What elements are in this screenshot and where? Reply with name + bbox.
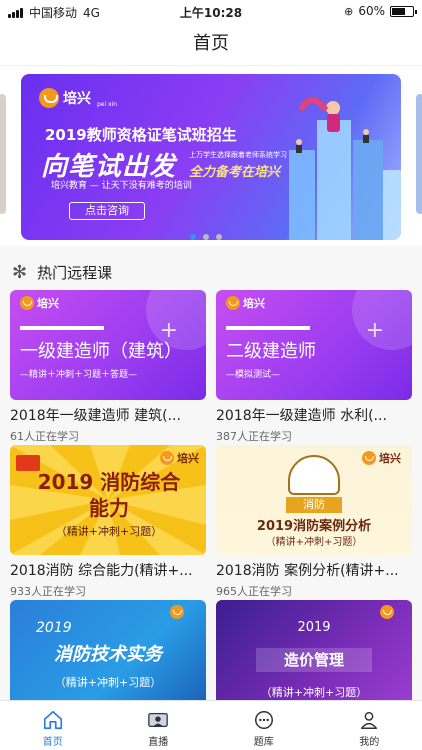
tab-bar: 首页 直播 题库 我的 — [0, 700, 422, 750]
carousel-indicator[interactable] — [190, 234, 222, 240]
banner-logo: 培兴 pei xin — [39, 88, 117, 108]
battery-icon — [390, 5, 417, 17]
course-title[interactable]: 2018消防 案例分析(精讲+... — [216, 560, 412, 580]
course-thumbnail[interactable]: 培兴 + 二级建造师 —模拟测试— — [216, 290, 412, 400]
course-card[interactable]: 2019 造价管理 （精讲+冲刺+习题） — [216, 600, 412, 710]
course-card[interactable]: 培兴 + 二级建造师 —模拟测试— 2018年一级建造师 水利(... 387人… — [216, 290, 412, 444]
thumb-sub-text: —精讲＋冲刺＋习题＋答题— — [20, 370, 138, 380]
live-icon — [148, 712, 169, 728]
thumb-note-text: （精讲+冲刺+习题） — [265, 537, 363, 548]
home-icon — [43, 710, 62, 730]
logo-icon — [362, 451, 376, 465]
thumb-sub-text: （精讲+冲刺+习题） — [55, 525, 163, 538]
tab-label: 首页 — [42, 737, 63, 748]
logo-icon — [226, 296, 240, 310]
city-illustration — [289, 97, 401, 240]
thumb-brand-label: 培兴 — [37, 297, 59, 310]
course-card[interactable]: 培兴 + 一级建造师（建筑） —精讲＋冲刺＋习题＋答题— 2018年一级建造师 … — [10, 290, 206, 444]
thumb-brand: 培兴 — [160, 450, 199, 466]
thumb-brand: 培兴 — [20, 295, 59, 311]
course-thumbnail[interactable]: 培兴 2019 消防综合能力 （精讲+冲刺+习题） — [10, 445, 206, 555]
course-thumbnail[interactable]: 2019 消防技术实务 （精讲+冲刺+习题） — [10, 600, 206, 710]
nav-bar: 首页 — [0, 22, 422, 66]
course-thumbnail[interactable]: 2019 造价管理 （精讲+冲刺+习题） — [216, 600, 412, 710]
thumb-brand-label: 培兴 — [177, 452, 199, 465]
thumb-brand: 培兴 — [362, 450, 401, 466]
prev-banner-peek[interactable] — [0, 94, 6, 214]
logo-icon — [380, 605, 394, 619]
thumb-main-text: 2019 — [297, 620, 331, 635]
asterisk-icon: ✻ — [12, 262, 28, 283]
logo-icon — [20, 296, 34, 310]
status-bar: 中国移动 4G 上午10:28 ⊕ 60% — [0, 0, 422, 22]
tab-question-bank[interactable]: 题库 — [211, 701, 317, 750]
carousel-dot[interactable] — [190, 234, 196, 240]
thumb-brand-label: 培兴 — [379, 452, 401, 465]
banner-slide[interactable]: 培兴 pei xin 2019教师资格证笔试班招生 向笔试出发 上万学生选择跟着… — [21, 74, 401, 240]
thumb-note-text: （精讲+冲刺+习题） — [260, 686, 368, 699]
course-card[interactable]: 培兴 消防 2019消防案例分析 （精讲+冲刺+习题） 2018消防 案例分析(… — [216, 445, 412, 599]
thumb-note-text: （精讲+冲刺+习题） — [54, 676, 162, 689]
thumb-brand — [170, 605, 184, 619]
course-title[interactable]: 2018消防 综合能力(精讲+... — [10, 560, 206, 580]
banner-carousel[interactable]: 培兴 pei xin 2019教师资格证笔试班招生 向笔试出发 上万学生选择跟着… — [0, 66, 422, 246]
thumb-main-text: 二级建造师 — [226, 341, 316, 362]
thumb-sub-text: —模拟测试— — [226, 370, 281, 380]
profile-icon — [361, 711, 378, 729]
tab-label: 我的 — [359, 737, 380, 748]
thumb-sub-text: 造价管理 — [256, 648, 372, 672]
banner-sub-slogan: 全力备考在培兴 — [189, 165, 281, 180]
thumb-main-text: 2019 消防综合能力 — [37, 470, 181, 520]
thumb-sub-text: 2019消防案例分析 — [256, 519, 372, 534]
learner-count: 965人正在学习 — [216, 585, 292, 598]
tab-label: 题库 — [253, 737, 274, 748]
thumb-main-text: 消防 — [286, 497, 342, 513]
course-thumbnail[interactable]: 培兴 消防 2019消防案例分析 （精讲+冲刺+习题） — [216, 445, 412, 555]
learner-count: 933人正在学习 — [10, 585, 86, 598]
carousel-dot[interactable] — [203, 234, 209, 240]
carousel-dot[interactable] — [216, 234, 222, 240]
banner-headline: 2019教师资格证笔试班招生 — [45, 126, 237, 144]
logo-icon — [39, 88, 59, 108]
tab-live[interactable]: 直播 — [106, 701, 212, 750]
section-header: ✻ 热门远程课 — [12, 262, 112, 283]
section-title: 热门远程课 — [37, 264, 113, 282]
tab-profile[interactable]: 我的 — [317, 701, 422, 750]
thumb-brand-label: 培兴 — [243, 297, 265, 310]
status-right: ⊕ 60% — [344, 4, 417, 18]
tab-label: 直播 — [148, 737, 169, 748]
plus-icon: + — [365, 318, 384, 343]
course-title[interactable]: 2018年一级建造师 建筑(... — [10, 405, 206, 425]
thumb-sub-text: 消防技术实务 — [54, 644, 162, 665]
next-banner-peek[interactable] — [416, 94, 422, 214]
learner-count: 61人正在学习 — [10, 430, 79, 443]
chat-icon — [254, 711, 273, 729]
logo-icon — [170, 605, 184, 619]
thumb-main-text: 2019 — [36, 620, 72, 636]
page-title: 首页 — [193, 33, 229, 54]
tab-home[interactable]: 首页 — [0, 701, 106, 750]
lock-rotation-icon: ⊕ — [344, 4, 354, 18]
banner-brand-sub: pei xin — [97, 101, 118, 108]
course-seal — [288, 455, 340, 495]
course-thumbnail[interactable]: 培兴 + 一级建造师（建筑） —精讲＋冲刺＋习题＋答题— — [10, 290, 206, 400]
banner-brand: 培兴 — [63, 91, 91, 107]
battery-percent: 60% — [358, 4, 385, 18]
learner-count: 387人正在学习 — [216, 430, 292, 443]
thumb-main-text: 一级建造师（建筑） — [20, 341, 182, 362]
logo-icon — [160, 451, 174, 465]
consult-button[interactable]: 点击咨询 — [69, 202, 145, 220]
thumb-brand — [380, 605, 394, 619]
banner-tagline: 培兴教育 — 让天下没有难考的培训 — [51, 181, 192, 191]
course-card[interactable]: 培兴 2019 消防综合能力 （精讲+冲刺+习题） 2018消防 综合能力(精讲… — [10, 445, 206, 599]
thumb-brand: 培兴 — [226, 295, 265, 311]
course-title[interactable]: 2018年一级建造师 水利(... — [216, 405, 412, 425]
course-card[interactable]: 2019 消防技术实务 （精讲+冲刺+习题） — [10, 600, 206, 710]
